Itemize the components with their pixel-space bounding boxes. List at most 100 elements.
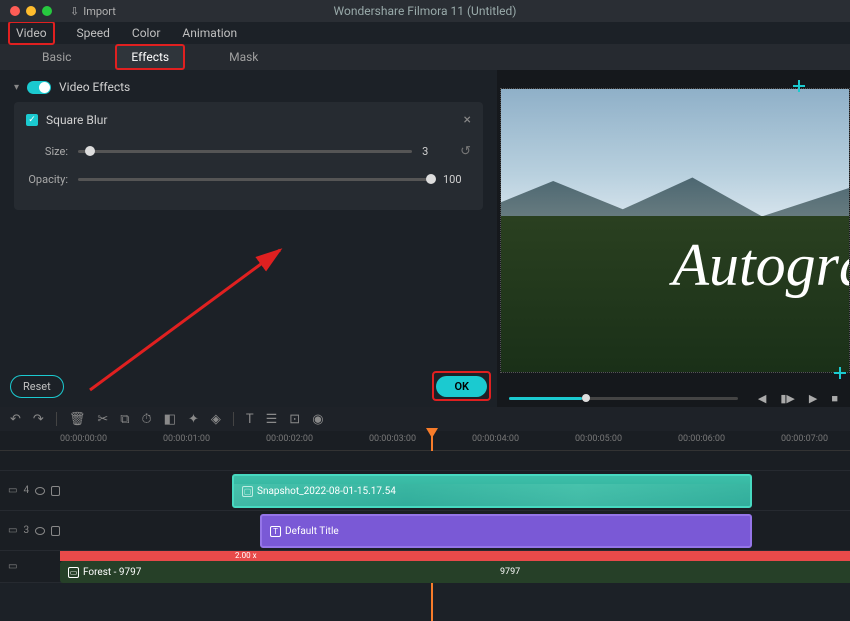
track-lane-3[interactable]: T Default Title	[60, 511, 850, 550]
import-icon: ⇩	[70, 5, 79, 18]
video-effects-header: ▾ Video Effects	[14, 80, 483, 94]
panel-area: ▾ Video Effects ✓ Square Blur × Size: 3 …	[0, 70, 850, 407]
size-reset-icon[interactable]: ↺	[460, 144, 471, 159]
separator	[56, 412, 57, 426]
remove-effect-button[interactable]: ×	[464, 112, 471, 128]
separator	[233, 412, 234, 426]
ruler-tick: 00:00:01:00	[163, 434, 210, 444]
track-row-video: ▭ 2.00 x ▭ Forest - 9797 9797	[0, 551, 850, 583]
crop-handle-top[interactable]	[793, 80, 805, 92]
size-thumb[interactable]	[85, 146, 95, 156]
track-lock-icon[interactable]	[51, 526, 60, 536]
track-visibility-icon[interactable]	[35, 487, 45, 495]
track-spacer	[0, 451, 850, 471]
opacity-thumb[interactable]	[426, 174, 436, 184]
preview-text-overlay: Autogra	[672, 231, 850, 300]
speed-icon[interactable]: ⏱	[142, 412, 152, 427]
reset-button[interactable]: Reset	[10, 375, 64, 398]
preview-panel: Autogra ◀ ▮▶ ▶ ■	[497, 70, 850, 407]
crop-handle-bottom[interactable]	[834, 367, 846, 379]
progress-thumb[interactable]	[582, 394, 590, 402]
subtab-effects[interactable]: Effects	[115, 44, 185, 70]
speed-indicator: 2.00 x	[60, 551, 850, 561]
video-effects-toggle[interactable]	[27, 81, 51, 94]
import-button[interactable]: ⇩ Import	[70, 5, 116, 18]
progress-fill	[509, 397, 582, 400]
marker-icon[interactable]: ◈	[211, 412, 221, 427]
opacity-label: Opacity:	[26, 173, 68, 186]
video-icon: ▭	[68, 567, 79, 578]
cut-icon[interactable]: ✂	[97, 412, 108, 427]
ok-wrap: OK	[432, 371, 491, 401]
timeline-toolbar: ↶ ↷ 🗑 ✂ ⧉ ⏱ ◧ ✦ ◈ T ☰ ⊡ ◉	[0, 407, 850, 431]
minimize-window[interactable]	[26, 6, 36, 16]
import-label: Import	[83, 5, 116, 18]
timeline-ruler[interactable]: 00:00:00:00 00:00:01:00 00:00:02:00 00:0…	[0, 431, 850, 451]
tab-video[interactable]: Video	[8, 21, 55, 45]
sub-tabs: Basic Effects Mask	[0, 44, 850, 70]
color-icon[interactable]: ◧	[164, 412, 176, 427]
track-row-4: ▭ 4 ▢ Snapshot_2022-08-01-15.17.54	[0, 471, 850, 511]
close-window[interactable]	[10, 6, 20, 16]
list-icon[interactable]: ☰	[266, 412, 278, 427]
ok-button[interactable]: OK	[436, 376, 487, 397]
play-pause-button[interactable]: ▮▶	[780, 392, 795, 405]
maximize-window[interactable]	[42, 6, 52, 16]
opacity-row: Opacity: 100	[26, 173, 471, 186]
undo-icon[interactable]: ↶	[10, 412, 21, 427]
ruler-tick: 00:00:06:00	[678, 434, 725, 444]
track-head-3: ▭ 3	[0, 525, 60, 536]
ruler-tick: 00:00:07:00	[781, 434, 828, 444]
track-number: 4	[23, 485, 29, 496]
subtab-mask[interactable]: Mask	[215, 46, 272, 68]
size-label: Size:	[26, 145, 68, 158]
play-button[interactable]: ▶	[809, 392, 817, 405]
track-lane-4[interactable]: ▢ Snapshot_2022-08-01-15.17.54	[60, 471, 850, 510]
ruler-tick: 00:00:04:00	[472, 434, 519, 444]
clip-forest[interactable]: ▭ Forest - 9797 9797	[60, 561, 850, 583]
track-type-icon: ▭	[8, 525, 17, 536]
effect-icon[interactable]: ✦	[188, 412, 199, 427]
video-effects-label: Video Effects	[59, 80, 130, 94]
clip-forest-label: Forest - 9797	[83, 567, 141, 578]
size-value: 3	[422, 145, 450, 158]
square-blur-checkbox[interactable]: ✓	[26, 114, 38, 126]
tab-color[interactable]: Color	[132, 26, 160, 40]
tab-animation[interactable]: Animation	[182, 26, 237, 40]
track-head-video: ▭	[0, 561, 60, 572]
redo-icon[interactable]: ↷	[33, 412, 44, 427]
subtab-basic[interactable]: Basic	[28, 46, 85, 68]
text-icon[interactable]: T	[246, 412, 254, 427]
preview-viewport[interactable]: Autogra	[500, 88, 850, 373]
track-lane-video[interactable]: 2.00 x ▭ Forest - 9797 9797	[60, 551, 850, 582]
track-type-icon: ▭	[8, 561, 17, 572]
track-visibility-icon[interactable]	[35, 527, 45, 535]
chevron-down-icon[interactable]: ▾	[14, 82, 19, 93]
delete-icon[interactable]: 🗑	[69, 412, 86, 427]
progress-slider[interactable]	[509, 397, 738, 400]
crop-icon[interactable]: ⧉	[120, 412, 129, 427]
track-head-4: ▭ 4	[0, 485, 60, 496]
prev-frame-button[interactable]: ◀	[758, 392, 766, 405]
adjust-icon[interactable]: ⊡	[289, 412, 300, 427]
speed-value: 2.00 x	[235, 551, 257, 560]
square-blur-label: Square Blur	[46, 113, 107, 127]
clip-title[interactable]: T Default Title	[260, 514, 752, 548]
panel-buttons: Reset OK	[10, 371, 491, 401]
opacity-slider[interactable]	[78, 178, 433, 181]
stop-button[interactable]: ■	[831, 392, 838, 405]
record-icon[interactable]: ◉	[312, 412, 323, 427]
size-slider[interactable]	[78, 150, 412, 153]
track-lane[interactable]	[60, 451, 850, 470]
clip-title-label: Default Title	[285, 526, 339, 537]
clip-snapshot-label: Snapshot_2022-08-01-15.17.54	[257, 486, 396, 497]
track-lock-icon[interactable]	[51, 486, 60, 496]
timeline-tracks: ▭ 4 ▢ Snapshot_2022-08-01-15.17.54 ▭ 3 T…	[0, 451, 850, 583]
main-tabs: Video Speed Color Animation	[0, 22, 850, 44]
tab-speed[interactable]: Speed	[77, 26, 110, 40]
track-row-3: ▭ 3 T Default Title	[0, 511, 850, 551]
track-type-icon: ▭	[8, 485, 17, 496]
text-icon: T	[270, 526, 281, 537]
clip-forest-marker: 9797	[500, 567, 520, 577]
clip-snapshot[interactable]: ▢ Snapshot_2022-08-01-15.17.54	[232, 474, 752, 508]
